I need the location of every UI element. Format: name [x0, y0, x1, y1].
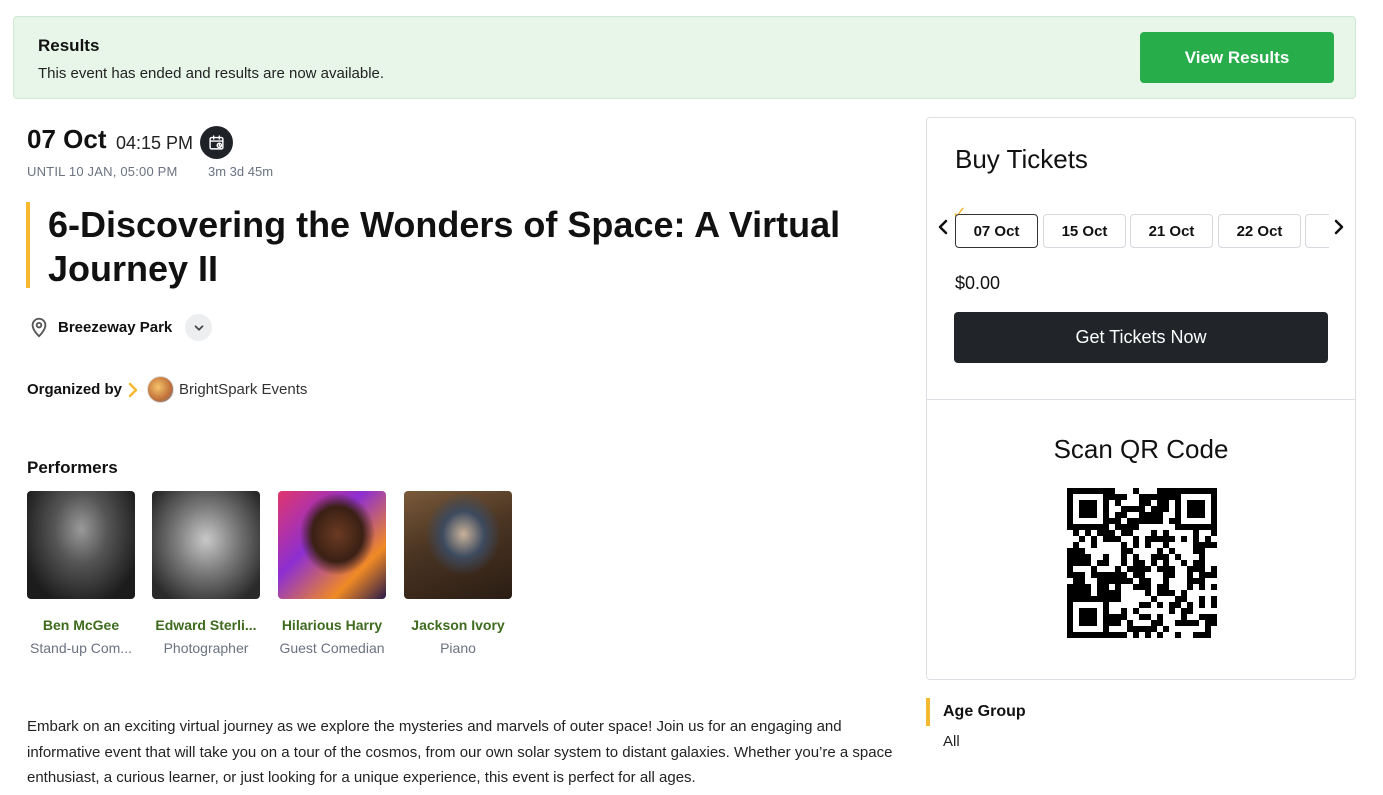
chevron-left-icon[interactable]: [937, 218, 949, 236]
event-title: 6-Discovering the Wonders of Space: A Vi…: [48, 204, 841, 289]
date-chip[interactable]: 22 Oct: [1218, 214, 1301, 248]
date-chip-selected[interactable]: 07 Oct: [955, 214, 1038, 248]
card-divider: [927, 399, 1355, 400]
performer-photo: [278, 491, 386, 599]
chevron-right-icon: [128, 382, 138, 398]
buy-tickets-title: Buy Tickets: [955, 144, 1088, 174]
event-duration: 3m 3d 45m: [208, 164, 274, 179]
banner-text: This event has ended and results are now…: [38, 65, 385, 82]
event-description: Embark on an exciting virtual journey as…: [27, 718, 893, 786]
get-tickets-button[interactable]: Get Tickets Now: [954, 312, 1328, 363]
performer-card[interactable]: Jackson Ivory Piano: [403, 491, 513, 656]
event-time: 04:15 PM: [116, 133, 194, 153]
performer-name: Jackson Ivory: [411, 617, 505, 633]
date-chip[interactable]: 2: [1305, 214, 1329, 248]
date-chip[interactable]: 15 Oct: [1043, 214, 1126, 248]
ticket-price: $0.00: [955, 273, 1001, 293]
view-results-button[interactable]: View Results: [1140, 32, 1334, 83]
performer-card[interactable]: Edward Sterli... Photographer: [151, 491, 261, 656]
chevron-right-icon[interactable]: [1333, 218, 1345, 236]
date-selector: 07 Oct 15 Oct 21 Oct 22 Oct 2: [955, 213, 1329, 249]
performer-role: Guest Comedian: [279, 640, 385, 656]
event-location[interactable]: Breezeway Park: [58, 319, 172, 336]
performer-name: Ben McGee: [42, 617, 120, 633]
performer-role: Photographer: [163, 640, 249, 656]
performer-name: Edward Sterli...: [155, 617, 257, 633]
qr-title: Scan QR Code: [1053, 434, 1229, 464]
qr-code: [1067, 488, 1217, 638]
performer-photo: [404, 491, 512, 599]
ticket-card: Buy Tickets ✓ 07 Oct 15 Oct 21 Oct 22 Oc…: [926, 117, 1356, 680]
age-group-value: All: [943, 733, 960, 750]
calendar-icon: [209, 135, 224, 150]
location-expand-button[interactable]: [185, 314, 212, 341]
performer-photo: [27, 491, 135, 599]
organizer-avatar[interactable]: [147, 376, 174, 403]
organizer-name[interactable]: BrightSpark Events: [179, 381, 307, 398]
performer-role: Stand-up Com...: [30, 640, 132, 656]
organized-by-label: Organized by: [27, 381, 123, 398]
add-to-calendar-button[interactable]: [200, 126, 233, 159]
chevron-down-icon: [194, 324, 203, 331]
performer-role: Piano: [440, 640, 476, 656]
performers-heading: Performers: [27, 458, 118, 477]
performer-name: Hilarious Harry: [281, 617, 383, 633]
age-group-label: Age Group: [943, 703, 1026, 720]
date-chip[interactable]: 21 Oct: [1130, 214, 1213, 248]
results-banner: Results This event has ended and results…: [13, 16, 1356, 99]
title-accent-bar: [26, 202, 30, 288]
performer-photo: [152, 491, 260, 599]
performer-card[interactable]: Ben McGee Stand-up Com...: [26, 491, 136, 656]
age-accent-bar: [926, 698, 930, 726]
event-date: 07 Oct: [27, 124, 107, 154]
banner-title: Results: [38, 36, 100, 55]
location-pin-icon: [31, 317, 47, 338]
performer-card[interactable]: Hilarious Harry Guest Comedian: [277, 491, 387, 656]
event-until: UNTIL 10 JAN, 05:00 PM: [27, 164, 178, 179]
